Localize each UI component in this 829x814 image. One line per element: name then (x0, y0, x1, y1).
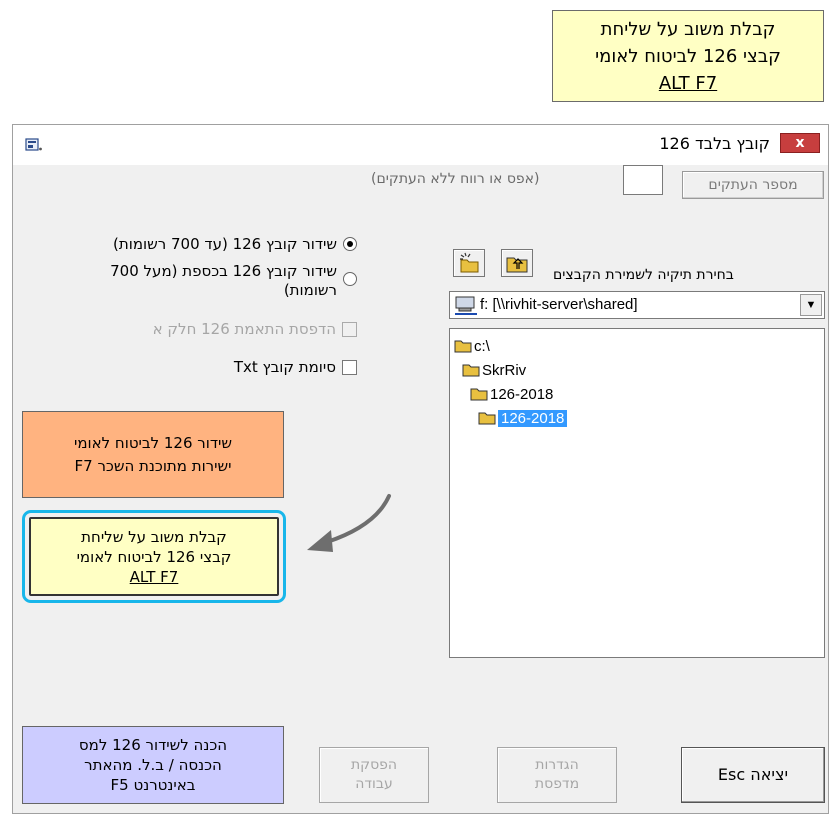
checkbox-print-match[interactable]: הדפסת התאמת 126 חלק א (31, 320, 357, 338)
feedback-callout: קבלת משוב על שליחת קבצי 126 לביטוח לאומי… (552, 10, 824, 102)
radio-button[interactable] (343, 272, 357, 286)
prepare-tax-upload-button[interactable]: הכנה לשידור 126 למס הכנסה / ב.ל. מהאתר ב… (22, 726, 284, 804)
folder-picker-label: בחירת תיקיה לשמירת הקבצים (553, 267, 734, 283)
folder-up-icon (506, 257, 528, 273)
list-item[interactable]: 126-2018 (470, 383, 553, 405)
list-item[interactable]: c:\ (454, 335, 490, 357)
button-line-3: ALT F7 (129, 567, 179, 586)
feedback-button[interactable]: קבלת משוב על שליחת קבצי 126 לביטוח לאומי… (22, 510, 286, 603)
open-folder-icon (478, 412, 496, 425)
checkbox[interactable] (342, 359, 357, 375)
title-bar: קובץ בלבד 126 x (13, 125, 828, 165)
folder-name: SkrRiv (482, 361, 527, 379)
close-button[interactable]: x (780, 133, 820, 153)
callout-line-3: ALT F7 (658, 72, 718, 94)
folder-name: c:\ (474, 337, 490, 355)
button-line-2: ישירות מתוכנת השכר F7 (74, 456, 232, 475)
printer-settings-button[interactable]: הגדרות מדפסת (497, 747, 617, 803)
callout-line-2: קבצי 126 לביטוח לאומי (595, 45, 781, 67)
transmit-direct-button[interactable]: שידור 126 לביטוח לאומי ישירות מתוכנת השכ… (22, 411, 284, 498)
button-line-1: הגדרות (535, 757, 579, 773)
open-folder-icon (462, 364, 480, 377)
parent-folder-button[interactable] (501, 249, 533, 277)
exit-button[interactable]: יציאה Esc (681, 747, 825, 803)
button-line-1: שידור 126 לביטוח לאומי (73, 433, 233, 452)
network-drive-icon (455, 296, 477, 315)
folder-name: 126-2018 (498, 409, 568, 427)
callout-line-1: קבלת משוב על שליחת (600, 18, 776, 40)
new-folder-icon (460, 252, 479, 273)
window-title: קובץ בלבד 126 (659, 134, 770, 153)
button-line-1: הפסקת (350, 757, 398, 773)
pointer-arrow-icon (307, 494, 391, 552)
app-icon (25, 138, 42, 151)
radio-button[interactable] (343, 237, 357, 251)
radio-label-line-1: שידור קובץ 126 בכספת (מעל 700 (110, 262, 337, 280)
open-folder-icon (454, 340, 472, 353)
close-icon: x (795, 135, 805, 151)
button-line-1: הכנה לשידור 126 למס (78, 736, 228, 754)
checkbox-txt-suffix[interactable]: סיומת קובץ Txt (31, 358, 357, 376)
checkbox-label: הדפסת התאמת 126 חלק א (152, 320, 336, 338)
chevron-down-icon[interactable]: ▼ (800, 294, 822, 316)
radio-transmit-standard[interactable]: שידור קובץ 126 (עד 700 רשומות) (31, 235, 357, 253)
list-item-selected[interactable]: 126-2018 (478, 407, 568, 429)
radio-transmit-vault[interactable]: שידור קובץ 126 בכספת (מעל 700 רשומות) (31, 262, 357, 300)
stop-job-button[interactable]: הפסקת עבודה (319, 747, 429, 803)
dialog-window: קובץ בלבד 126 x מספר העתקים (אפס או רווח… (12, 124, 829, 814)
copies-button[interactable]: מספר העתקים (682, 171, 824, 199)
copies-input[interactable] (623, 165, 663, 195)
folder-name: 126-2018 (490, 385, 554, 403)
new-folder-button[interactable] (453, 249, 485, 277)
checkbox[interactable] (342, 321, 357, 337)
button-line-2: עבודה (355, 776, 393, 792)
checkbox-label: סיומת קובץ Txt (233, 358, 336, 376)
button-line-2: קבצי 126 לביטוח לאומי (76, 547, 232, 566)
drive-value: f: [\\rivhit-server\shared] (480, 296, 638, 313)
list-item[interactable]: SkrRiv (462, 359, 526, 381)
button-line-3: באינטרנט F5 (110, 776, 196, 794)
radio-label-line-2: רשומות) (283, 281, 337, 299)
folder-list[interactable]: c:\ SkrRiv 126-2018 126-2018 (449, 328, 825, 658)
radio-label: שידור קובץ 126 בכספת (מעל 700 רשומות) (110, 262, 337, 300)
button-line-2: הכנסה / ב.ל. מהאתר (84, 756, 222, 774)
drive-select[interactable]: f: [\\rivhit-server\shared] ▼ (449, 291, 825, 319)
open-folder-icon (470, 388, 488, 401)
copies-hint: (אפס או רווח ללא העתקים) (371, 171, 540, 187)
radio-label: שידור קובץ 126 (עד 700 רשומות) (113, 235, 337, 253)
button-line-1: קבלת משוב על שליחת (81, 527, 227, 546)
button-line-2: מדפסת (534, 776, 580, 792)
